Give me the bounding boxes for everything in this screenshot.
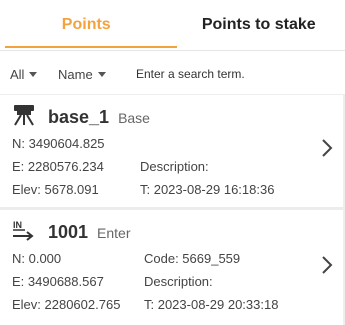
caret-down-icon xyxy=(97,72,106,77)
northing-value: N: 0.000 xyxy=(12,251,62,266)
tab-points-to-stake[interactable]: Points to stake xyxy=(173,0,345,50)
chevron-right-icon xyxy=(321,255,333,275)
point-name: base_1 xyxy=(48,107,110,127)
field-filter-dropdown[interactable]: Name xyxy=(58,60,116,88)
point-list-item[interactable]: base_1 Base N: 3490604.825 E: 2280576.23… xyxy=(0,95,345,207)
point-type: Base xyxy=(118,110,150,126)
base-station-icon xyxy=(12,104,36,126)
description-label: Description: xyxy=(140,159,209,174)
type-filter-dropdown[interactable]: All xyxy=(10,60,58,88)
field-filter-value: Name xyxy=(58,66,93,82)
point-header: IN 1001 Enter xyxy=(12,216,131,243)
tab-bar: Points Points to stake xyxy=(0,0,345,50)
elevation-value: Elev: 2280602.765 xyxy=(12,297,121,312)
tab-points-to-stake-label: Points to stake xyxy=(201,16,316,33)
easting-value: E: 2280576.234 xyxy=(12,159,104,174)
caret-down-icon xyxy=(29,72,38,77)
timestamp-value: T: 2023-08-29 20:33:18 xyxy=(144,297,279,312)
point-list-item[interactable]: IN 1001 Enter N: 0.000 Code: 5669_559 E:… xyxy=(0,210,345,325)
tab-points[interactable]: Points xyxy=(0,0,173,50)
svg-text:IN: IN xyxy=(13,220,22,230)
point-header: base_1 Base xyxy=(12,101,150,128)
point-type: Enter xyxy=(97,225,131,241)
type-filter-value: All xyxy=(10,66,25,82)
active-tab-indicator xyxy=(5,46,177,48)
elevation-value: Elev: 5678.091 xyxy=(12,182,99,197)
easting-value: E: 3490688.567 xyxy=(12,274,104,289)
northing-value: N: 3490604.825 xyxy=(12,136,105,151)
description-label: Description: xyxy=(144,274,213,289)
search-input[interactable] xyxy=(116,60,345,88)
code-value: Code: 5669_559 xyxy=(144,251,241,266)
tab-points-label: Points xyxy=(61,16,111,33)
chevron-right-icon xyxy=(321,138,333,158)
timestamp-value: T: 2023-08-29 16:18:36 xyxy=(140,182,275,197)
filter-bar: All Name xyxy=(0,54,345,94)
tabs-divider xyxy=(0,50,345,51)
input-arrow-icon: IN xyxy=(12,219,36,241)
point-name: 1001 xyxy=(48,222,89,242)
